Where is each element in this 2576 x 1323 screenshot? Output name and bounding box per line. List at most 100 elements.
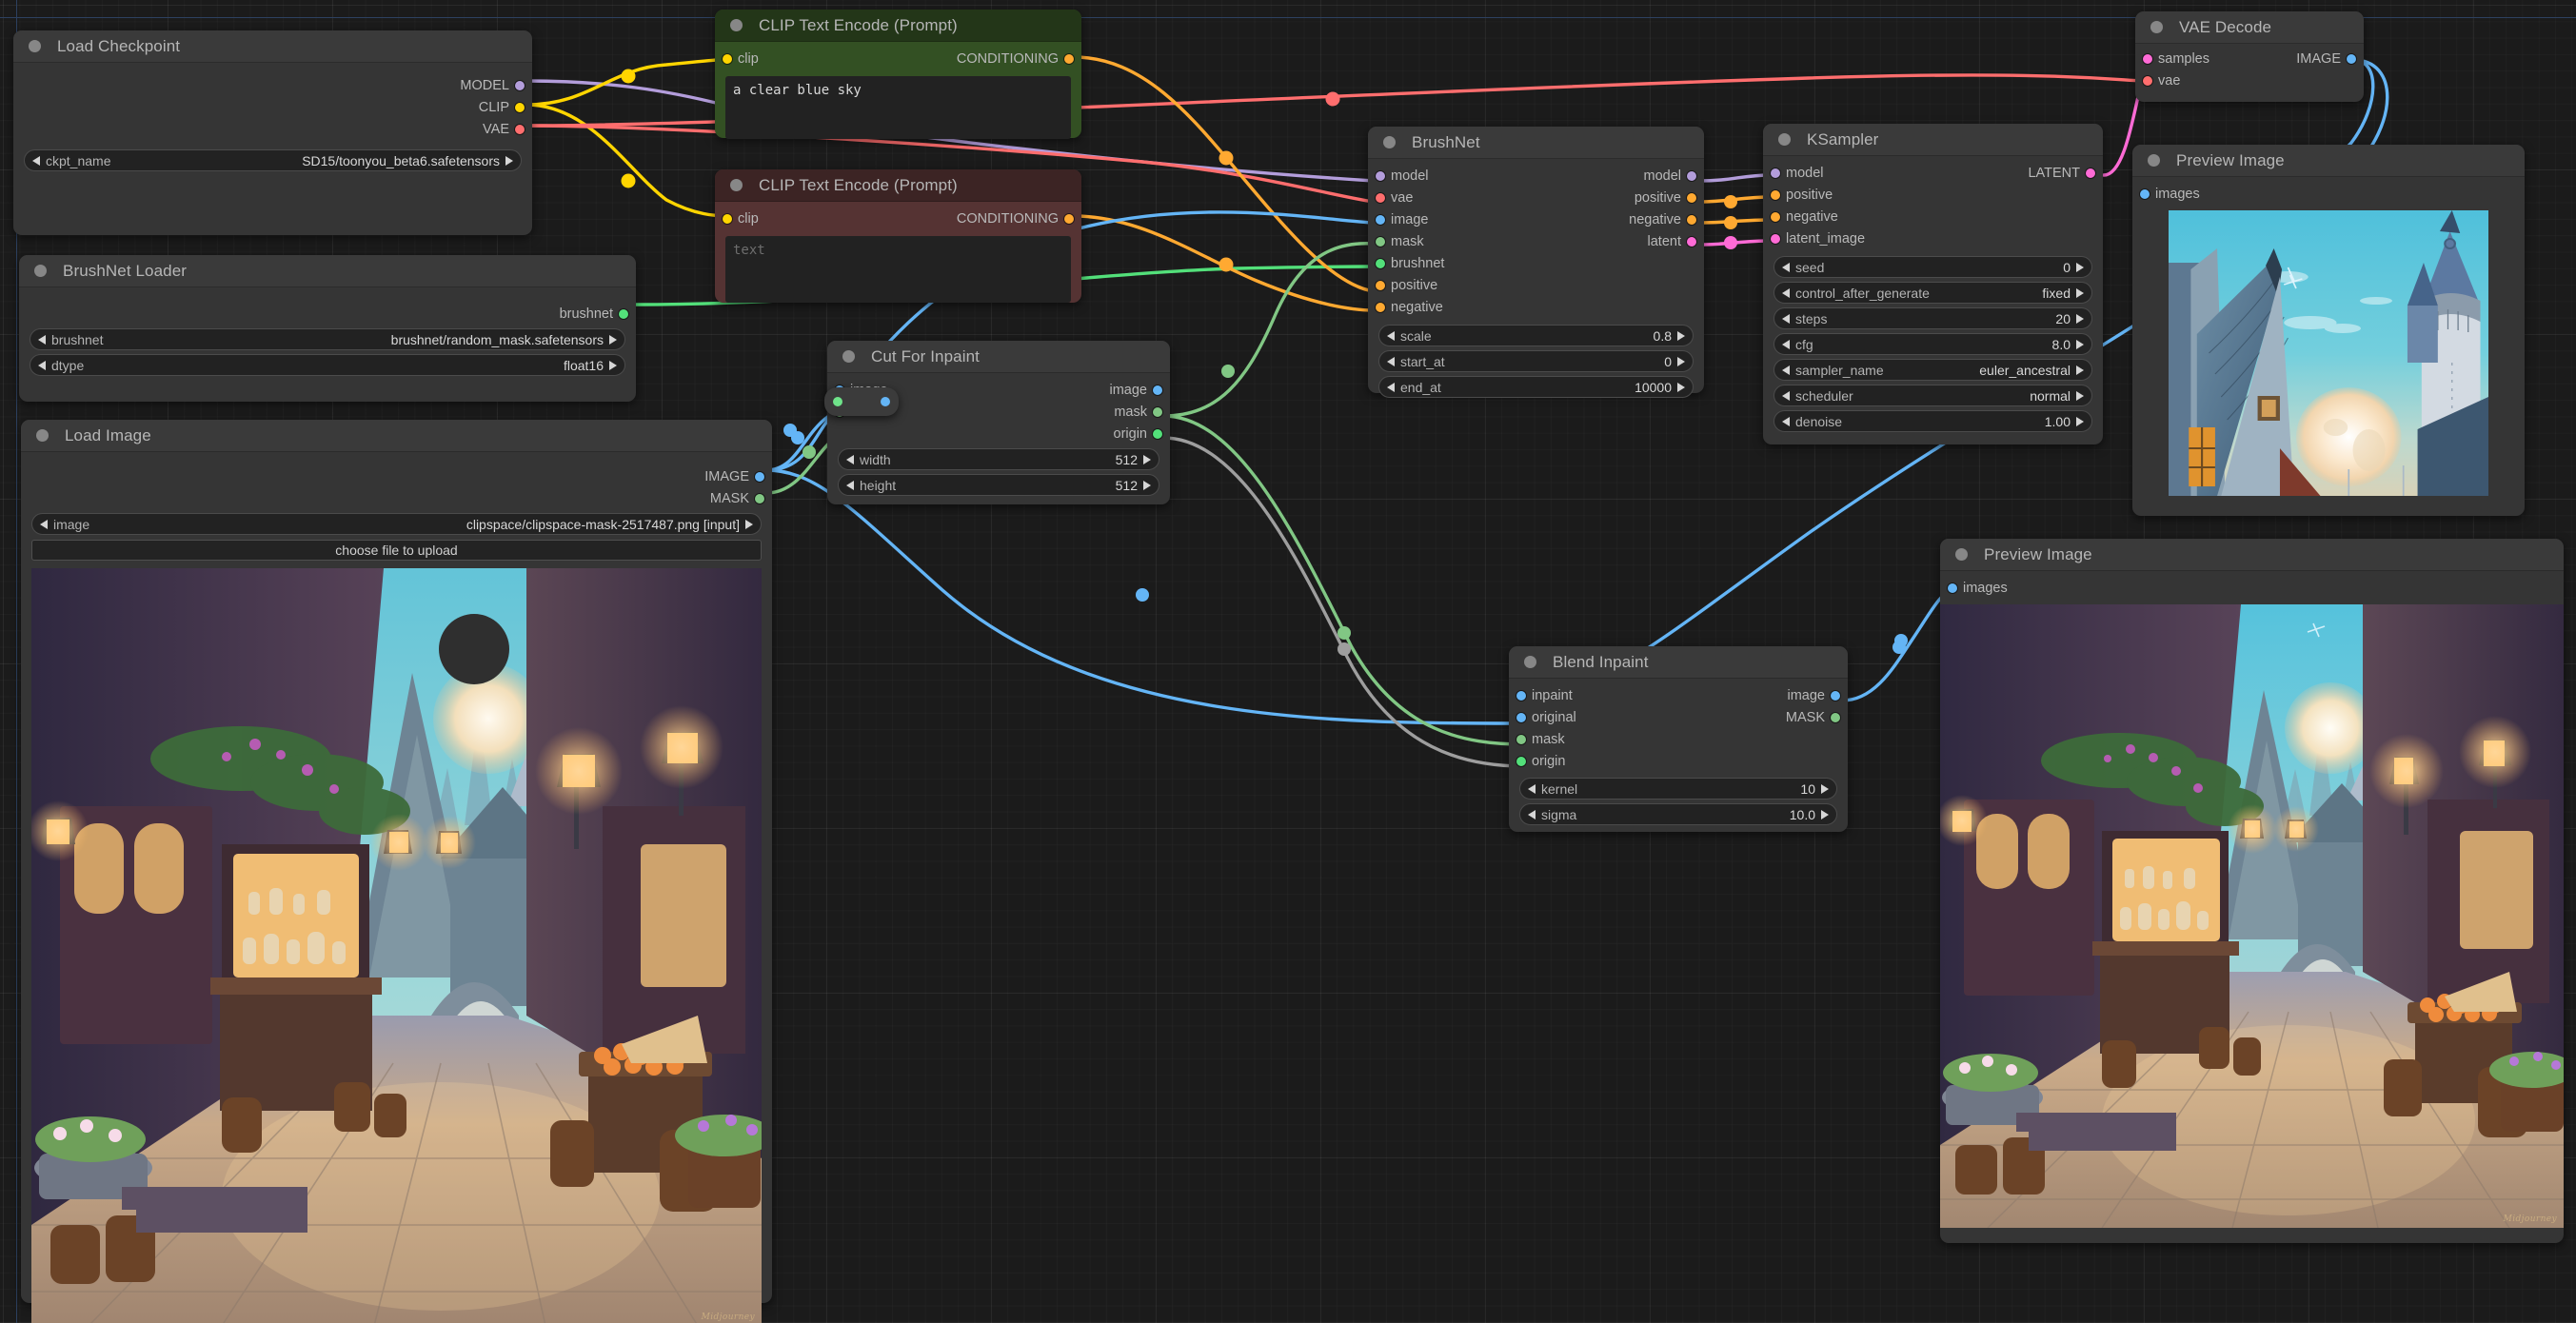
reroute-node[interactable] — [824, 387, 899, 416]
widget-sampler-name[interactable]: sampler_name euler_ancestral — [1773, 359, 2092, 381]
node-load-image[interactable]: Load Image IMAGE MASK image clipspace/cl… — [21, 420, 772, 1323]
pin-brushnet[interactable] — [1376, 258, 1385, 268]
input-slot-latent-image[interactable]: latent_image — [1763, 227, 2103, 249]
output-slot-vae[interactable]: VAE — [13, 118, 532, 140]
collapse-dot-icon[interactable] — [2150, 21, 2163, 33]
arrow-left-icon[interactable] — [38, 360, 46, 370]
widget-width[interactable]: width 512 — [838, 448, 1159, 470]
arrow-right-icon[interactable] — [2076, 262, 2084, 272]
arrow-left-icon[interactable] — [1782, 365, 1790, 375]
collapse-dot-icon[interactable] — [730, 19, 743, 31]
input-slot-positive[interactable]: positive — [1368, 274, 1704, 296]
output-slot-conditioning[interactable]: CONDITIONING — [715, 48, 1081, 69]
arrow-left-icon[interactable] — [40, 519, 48, 529]
arrow-right-icon[interactable] — [1143, 454, 1151, 464]
widget-cfg[interactable]: cfg 8.0 — [1773, 333, 2092, 355]
node-titlebar[interactable]: Preview Image — [2132, 145, 2525, 177]
widget-kernel[interactable]: kernel 10 — [1519, 778, 1837, 800]
pin-conditioning[interactable] — [1064, 213, 1074, 224]
graph-canvas[interactable]: Load Checkpoint MODEL CLIP VAE ckpt_name… — [0, 0, 2576, 1323]
pin-mask[interactable] — [1831, 712, 1840, 722]
arrow-right-icon[interactable] — [1143, 480, 1151, 490]
pin-vae[interactable] — [2143, 75, 2152, 86]
image-preview[interactable]: Midjourney — [31, 568, 762, 1323]
pin-negative[interactable] — [1771, 211, 1780, 222]
arrow-left-icon[interactable] — [1782, 262, 1790, 272]
arrow-right-icon[interactable] — [2076, 416, 2084, 426]
arrow-right-icon[interactable] — [1821, 783, 1829, 794]
node-clip-text-encode-positive[interactable]: CLIP Text Encode (Prompt) clip CONDITION… — [715, 10, 1081, 139]
node-preview-image-bottom[interactable]: Preview Image images Midjourney — [1940, 539, 2564, 1243]
collapse-dot-icon[interactable] — [2148, 154, 2160, 167]
arrow-right-icon[interactable] — [2076, 365, 2084, 375]
widget-sigma[interactable]: sigma 10.0 — [1519, 803, 1837, 825]
node-vae-decode[interactable]: VAE Decode samples vae IMAGE — [2135, 11, 2364, 102]
node-brushnet[interactable]: BrushNet model vae image mask brushnet p… — [1368, 127, 1704, 398]
pin-mask[interactable] — [1153, 406, 1162, 417]
widget-scale[interactable]: scale 0.8 — [1378, 325, 1694, 346]
input-slot-positive[interactable]: positive — [1763, 184, 2103, 206]
pin-brushnet[interactable] — [619, 308, 628, 319]
input-slot-negative[interactable]: negative — [1368, 296, 1704, 318]
node-blend-inpaint[interactable]: Blend Inpaint inpaint original mask orig… — [1509, 646, 1848, 832]
output-slot-negative[interactable]: negative — [1368, 208, 1704, 230]
arrow-left-icon[interactable] — [1387, 382, 1395, 392]
node-titlebar[interactable]: Load Checkpoint — [13, 30, 532, 63]
pin-origin[interactable] — [1516, 756, 1526, 766]
output-slot-image[interactable]: IMAGE — [21, 465, 772, 487]
arrow-left-icon[interactable] — [1782, 287, 1790, 298]
input-slot-vae[interactable]: vae — [2135, 69, 2364, 91]
pin-latent[interactable] — [2086, 168, 2095, 178]
input-slot-images[interactable]: images — [1940, 577, 2564, 599]
pin-positive[interactable] — [1376, 280, 1385, 290]
pin-negative[interactable] — [1687, 214, 1696, 225]
widget-dtype[interactable]: dtype float16 — [30, 354, 625, 376]
arrow-right-icon[interactable] — [2076, 390, 2084, 401]
node-brushnet-loader[interactable]: BrushNet Loader brushnet brushnet brushn… — [19, 255, 636, 402]
prompt-textarea[interactable]: text — [725, 236, 1071, 303]
output-slot-image[interactable]: image — [1509, 684, 1848, 706]
pin-origin[interactable] — [1153, 428, 1162, 439]
arrow-left-icon[interactable] — [1782, 339, 1790, 349]
input-slot-origin[interactable]: origin — [1509, 750, 1848, 772]
widget-ckpt-name[interactable]: ckpt_name SD15/toonyou_beta6.safetensors — [24, 149, 522, 171]
pin-image[interactable] — [2140, 188, 2150, 199]
output-slot-image[interactable]: IMAGE — [2135, 48, 2364, 69]
upload-file-button[interactable]: choose file to upload — [31, 540, 762, 561]
arrow-right-icon[interactable] — [1677, 330, 1685, 341]
collapse-dot-icon[interactable] — [1778, 133, 1791, 146]
arrow-left-icon[interactable] — [1782, 313, 1790, 324]
pin-image[interactable] — [881, 397, 890, 406]
arrow-right-icon[interactable] — [1821, 809, 1829, 819]
image-preview[interactable]: Midjourney — [1940, 604, 2564, 1228]
node-titlebar[interactable]: BrushNet Loader — [19, 255, 636, 287]
arrow-right-icon[interactable] — [2076, 339, 2084, 349]
pin-latent[interactable] — [1771, 233, 1780, 244]
widget-denoise[interactable]: denoise 1.00 — [1773, 410, 2092, 432]
prompt-textarea[interactable]: a clear blue sky — [725, 76, 1071, 139]
output-slot-mask[interactable]: MASK — [1509, 706, 1848, 728]
collapse-dot-icon[interactable] — [1524, 656, 1536, 668]
node-titlebar[interactable]: Preview Image — [1940, 539, 2564, 571]
pin-image[interactable] — [1153, 385, 1162, 395]
output-slot-latent[interactable]: LATENT — [1763, 162, 2103, 184]
arrow-left-icon[interactable] — [1387, 356, 1395, 366]
widget-image-file[interactable]: image clipspace/clipspace-mask-2517487.p… — [31, 513, 762, 535]
collapse-dot-icon[interactable] — [730, 179, 743, 191]
arrow-left-icon[interactable] — [1782, 416, 1790, 426]
node-titlebar[interactable]: CLIP Text Encode (Prompt) — [715, 10, 1081, 42]
arrow-right-icon[interactable] — [1677, 382, 1685, 392]
node-ksampler[interactable]: KSampler model positive negative latent_… — [1763, 124, 2103, 444]
output-slot-brushnet[interactable]: brushnet — [19, 303, 636, 325]
widget-control-after-generate[interactable]: control_after_generate fixed — [1773, 282, 2092, 304]
pin-conditioning[interactable] — [1064, 53, 1074, 64]
output-slot-origin[interactable]: origin — [827, 423, 1170, 444]
node-titlebar[interactable]: CLIP Text Encode (Prompt) — [715, 169, 1081, 202]
pin-model[interactable] — [1687, 170, 1696, 181]
pin-image[interactable] — [1948, 583, 1957, 593]
pin-clip[interactable] — [515, 102, 525, 112]
output-slot-positive[interactable]: positive — [1368, 187, 1704, 208]
arrow-right-icon[interactable] — [1677, 356, 1685, 366]
widget-brushnet[interactable]: brushnet brushnet/random_mask.safetensor… — [30, 328, 625, 350]
node-cut-for-inpaint[interactable]: Cut For Inpaint image mask image mask — [827, 341, 1170, 504]
